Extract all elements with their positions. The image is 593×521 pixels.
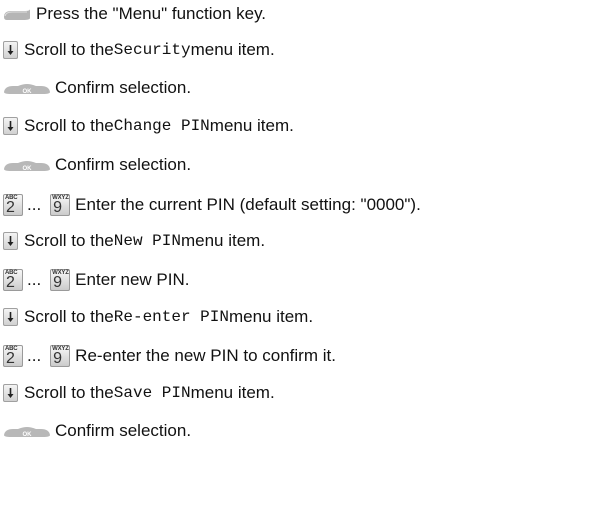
step-text: menu item.: [190, 383, 275, 402]
ok-key-icon: OK: [3, 426, 51, 438]
key-2-icon: ABC 2: [3, 269, 23, 291]
step-2: Scroll to the Security menu item.: [3, 36, 275, 64]
ellipsis: ...: [27, 346, 42, 365]
step-text: Confirm selection.: [55, 78, 192, 97]
key-2-icon: ABC 2: [3, 194, 23, 216]
key-9-icon: WXYZ 9: [50, 269, 71, 291]
step-text: Re-enter the new PIN to confirm it.: [75, 346, 336, 365]
step-9: Scroll to the Re-enter PIN menu item.: [3, 303, 313, 331]
scroll-down-key-icon: [3, 232, 18, 250]
step-4: Scroll to the Change PIN menu item.: [3, 112, 294, 140]
step-text: Enter the current PIN (default setting: …: [75, 195, 421, 214]
step-text: menu item.: [190, 40, 275, 59]
scroll-down-key-icon: [3, 41, 18, 59]
step-text: Scroll to the: [24, 40, 114, 59]
step-text: menu item.: [209, 116, 294, 135]
scroll-down-key-icon: [3, 117, 18, 135]
menu-item-name: Save PIN: [113, 384, 191, 402]
step-8: ABC 2 ... WXYZ 9 Enter new PIN.: [3, 266, 190, 294]
key-digit: 9: [53, 274, 63, 291]
ok-key-icon: OK: [3, 83, 51, 95]
ok-key-label: OK: [23, 166, 33, 172]
menu-item-name: Change PIN: [113, 117, 210, 135]
step-6: ABC 2 ... WXYZ 9 Enter the current PIN (…: [3, 191, 421, 219]
step-text: Scroll to the: [24, 307, 114, 326]
step-3: OK Confirm selection.: [3, 74, 191, 102]
step-text: Confirm selection.: [55, 421, 192, 440]
menu-item-name: Re-enter PIN: [113, 308, 229, 326]
key-digit: 9: [53, 199, 63, 216]
key-9-icon: WXYZ 9: [50, 345, 71, 367]
step-text: Scroll to the: [24, 383, 114, 402]
menu-item-name: Security: [113, 41, 191, 59]
step-5: OK Confirm selection.: [3, 151, 191, 179]
step-11: Scroll to the Save PIN menu item.: [3, 379, 275, 407]
scroll-down-key-icon: [3, 384, 18, 402]
step-text: Press the "Menu" function key.: [36, 4, 267, 23]
function-key-icon: [3, 8, 31, 20]
scroll-down-key-icon: [3, 308, 18, 326]
step-1: Press the "Menu" function key.: [3, 0, 266, 28]
step-text: Scroll to the: [24, 231, 114, 250]
key-digit: 2: [6, 350, 15, 367]
ellipsis: ...: [27, 270, 42, 289]
key-digit: 2: [6, 274, 15, 291]
step-10: ABC 2 ... WXYZ 9 Re-enter the new PIN to…: [3, 342, 336, 370]
ok-key-icon: OK: [3, 160, 51, 172]
key-9-icon: WXYZ 9: [50, 194, 71, 216]
step-text: menu item.: [228, 307, 314, 326]
step-text: Confirm selection.: [55, 155, 192, 174]
ok-key-label: OK: [23, 432, 33, 438]
key-digit: 2: [6, 199, 15, 216]
ellipsis: ...: [27, 195, 42, 214]
step-12: OK Confirm selection.: [3, 417, 191, 445]
step-text: Scroll to the: [24, 116, 114, 135]
key-2-icon: ABC 2: [3, 345, 23, 367]
step-text: menu item.: [180, 231, 266, 250]
menu-item-name: New PIN: [113, 232, 181, 250]
step-text: Enter new PIN.: [75, 270, 190, 289]
step-7: Scroll to the New PIN menu item.: [3, 227, 265, 255]
key-digit: 9: [53, 350, 63, 367]
ok-key-label: OK: [23, 89, 33, 95]
